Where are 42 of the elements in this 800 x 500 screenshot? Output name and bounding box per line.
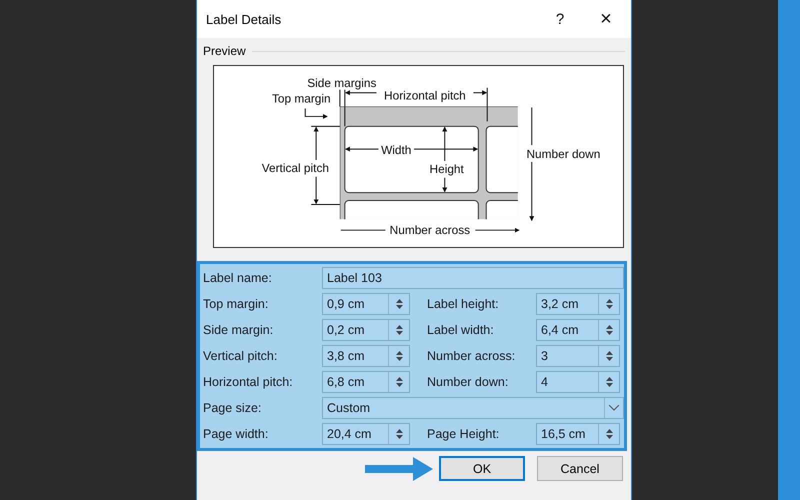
diagram-label: Height: [430, 162, 464, 176]
field-label: Label width:: [427, 323, 495, 337]
spin-field[interactable]: 0,9 cm: [322, 293, 410, 315]
top-margin-arrow: [304, 108, 328, 119]
field-label: Vertical pitch:: [203, 349, 278, 363]
diagram-label: Width: [381, 143, 412, 158]
close-button[interactable]: ×: [581, 4, 631, 34]
spin-field[interactable]: 3,8 cm: [322, 345, 410, 367]
field-label: Page size:: [203, 401, 262, 415]
section-heading: Preview: [203, 44, 246, 58]
spin-field[interactable]: 6,4 cm: [536, 319, 620, 341]
field-label: Number down:: [427, 375, 510, 389]
field-label: Label name:: [203, 271, 273, 285]
field-label: Page width:: [203, 427, 270, 441]
window-title: Label Details: [206, 12, 282, 26]
diagram-label: Number down: [526, 146, 600, 161]
field-label: Label height:: [427, 297, 500, 311]
side-margin-dimension: [339, 89, 346, 127]
dialog-button[interactable]: OK: [439, 456, 525, 481]
spin-field[interactable]: 3: [536, 345, 620, 367]
field-label: Side margin:: [203, 323, 274, 337]
diagram-label: Vertical pitch: [262, 160, 329, 175]
help-button[interactable]: ?: [539, 4, 581, 34]
diagram-label: Top margin: [272, 92, 331, 106]
spin-field[interactable]: 16,5 cm: [536, 423, 620, 445]
diagram-label: Side margins: [307, 76, 376, 90]
field-label: Number across:: [427, 349, 516, 363]
spin-field[interactable]: 4: [536, 371, 620, 393]
spin-field[interactable]: 3,2 cm: [536, 293, 620, 315]
diagram-label: Horizontal pitch: [384, 88, 466, 103]
diagram-label: Number across: [390, 223, 470, 238]
spin-field[interactable]: 6,8 cm: [322, 371, 410, 393]
spin-field[interactable]: 20,4 cm: [322, 423, 410, 445]
pointer-arrow-icon: [365, 456, 433, 480]
field-label: Page Height:: [427, 427, 500, 441]
dialog-button[interactable]: Cancel: [537, 456, 623, 481]
field-label: Top margin:: [203, 297, 270, 311]
caret-icon: [609, 405, 619, 411]
dropdown[interactable]: Custom: [322, 397, 624, 419]
text-field[interactable]: Label 103: [322, 267, 624, 289]
spin-field[interactable]: 0,2 cm: [322, 319, 410, 341]
field-label: Horizontal pitch:: [203, 375, 294, 389]
